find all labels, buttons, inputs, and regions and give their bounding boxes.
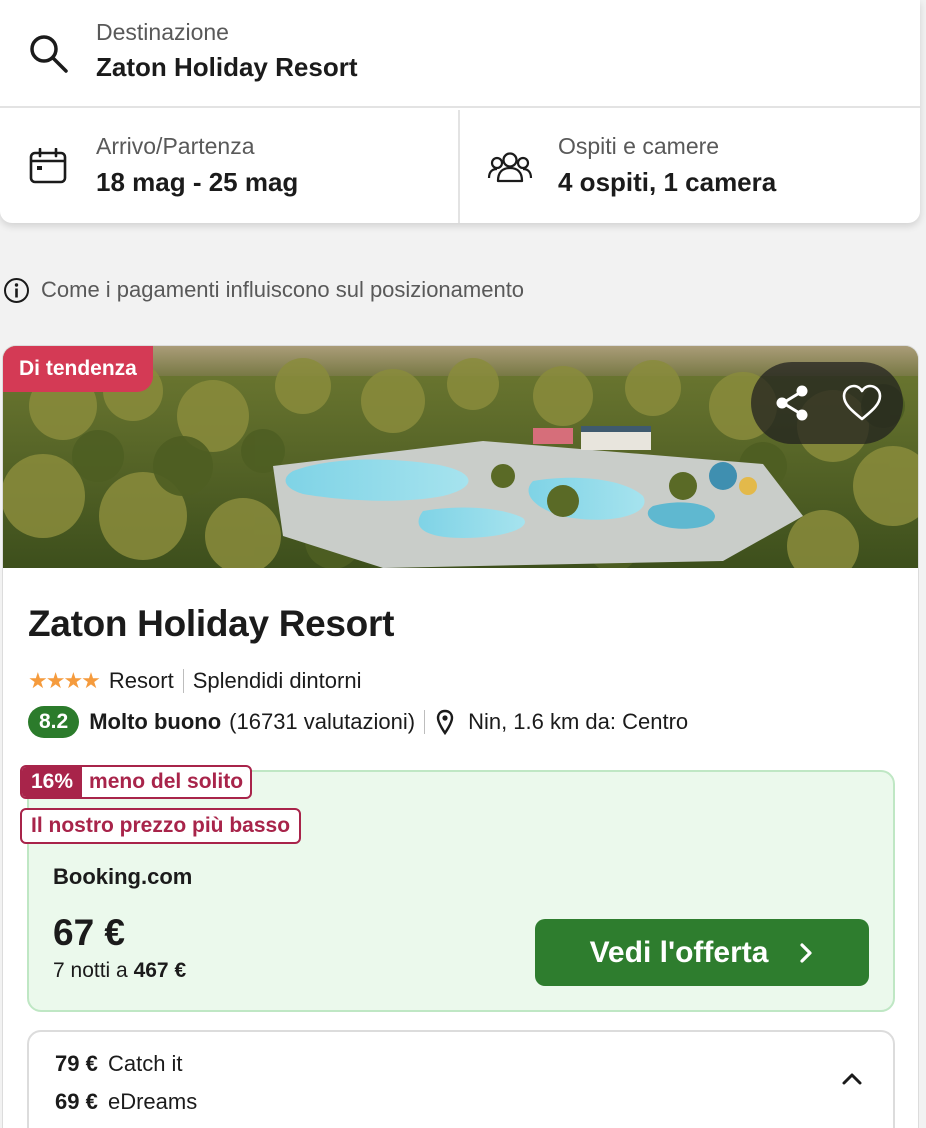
destination-value: Zaton Holiday Resort (96, 52, 358, 82)
view-deal-label: Vedi l'offerta (589, 935, 769, 969)
offer-provider: Booking.com (53, 864, 193, 889)
offer-total-prefix: 7 notti a (53, 959, 128, 982)
alt-offer-price: 79 € (55, 1051, 98, 1076)
chevron-right-icon (798, 941, 814, 965)
favorite-button[interactable] (837, 378, 887, 428)
divider (424, 710, 426, 734)
destination-field[interactable]: Destinazione Zaton Holiday Resort (0, 0, 920, 108)
hotel-name[interactable]: Zaton Holiday Resort (28, 603, 394, 645)
destination-label: Destinazione (96, 19, 229, 45)
offer-total-value: 467 € (133, 959, 187, 982)
hotel-location: Nin, 1.6 km da: Centro (468, 709, 689, 734)
search-icon (30, 35, 68, 73)
photo-actions (751, 362, 903, 444)
divider (182, 669, 184, 693)
guests-field[interactable]: Ospiti e camere 4 ospiti, 1 camera (462, 110, 920, 223)
hotel-result-card[interactable]: Di tendenza Zaton Holiday Resort ★★★★ Re… (2, 345, 919, 1128)
share-icon (776, 385, 808, 421)
heart-icon (842, 384, 882, 421)
rating-line: 8.2 Molto buono (16731 valutazioni) Nin,… (28, 706, 688, 738)
dates-label: Arrivo/Partenza (96, 133, 255, 159)
hotel-type: Resort (108, 668, 174, 693)
ranking-info-text: Come i pagamenti influiscono sul posizio… (41, 277, 525, 302)
other-offers[interactable]: 79 € Catch it 69 € eDreams (27, 1030, 895, 1128)
review-count: (16731 valutazioni) (229, 709, 416, 734)
alt-offer-price: 69 € (55, 1089, 98, 1114)
rating-word: Molto buono (89, 709, 222, 734)
hotel-feature: Splendidi dintorni (192, 668, 362, 693)
hotel-meta: ★★★★ Resort Splendidi dintorni (28, 666, 361, 696)
ranking-info-link[interactable]: Come i pagamenti influiscono sul posizio… (3, 276, 524, 304)
lowest-price-tag: Il nostro prezzo più basso (20, 808, 302, 844)
offer-total: 7 notti a 467 € (53, 959, 186, 983)
guests-icon (487, 152, 533, 183)
guests-value: 4 ospiti, 1 camera (558, 167, 777, 197)
alt-offer-provider: eDreams (107, 1089, 198, 1114)
star-rating: ★★★★ (28, 668, 101, 693)
dates-field[interactable]: Arrivo/Partenza 18 mag - 25 mag (0, 110, 460, 223)
dates-value: 18 mag - 25 mag (96, 167, 299, 197)
alt-offer-row[interactable]: 79 € Catch it (55, 1051, 183, 1077)
view-deal-button[interactable]: Vedi l'offerta (535, 919, 869, 986)
guests-label: Ospiti e camere (558, 133, 720, 159)
calendar-icon (29, 148, 67, 184)
alt-offer-row[interactable]: 69 € eDreams (55, 1089, 197, 1115)
trending-badge: Di tendenza (3, 346, 153, 392)
alt-offer-provider: Catch it (107, 1051, 183, 1076)
offer-price: 67 € (53, 912, 126, 953)
discount-percent: 16% (22, 767, 83, 797)
search-summary-card: Destinazione Zaton Holiday Resort Arrivo… (0, 0, 920, 223)
review-score-badge: 8.2 (28, 706, 80, 738)
discount-tag: 16% meno del solito (20, 765, 253, 799)
info-icon (4, 277, 29, 303)
chevron-up-icon[interactable] (839, 1070, 865, 1088)
discount-label: meno del solito (89, 770, 244, 793)
hotel-photo[interactable]: Di tendenza (3, 346, 918, 568)
share-button[interactable] (767, 378, 817, 428)
location-pin-icon (436, 709, 454, 735)
